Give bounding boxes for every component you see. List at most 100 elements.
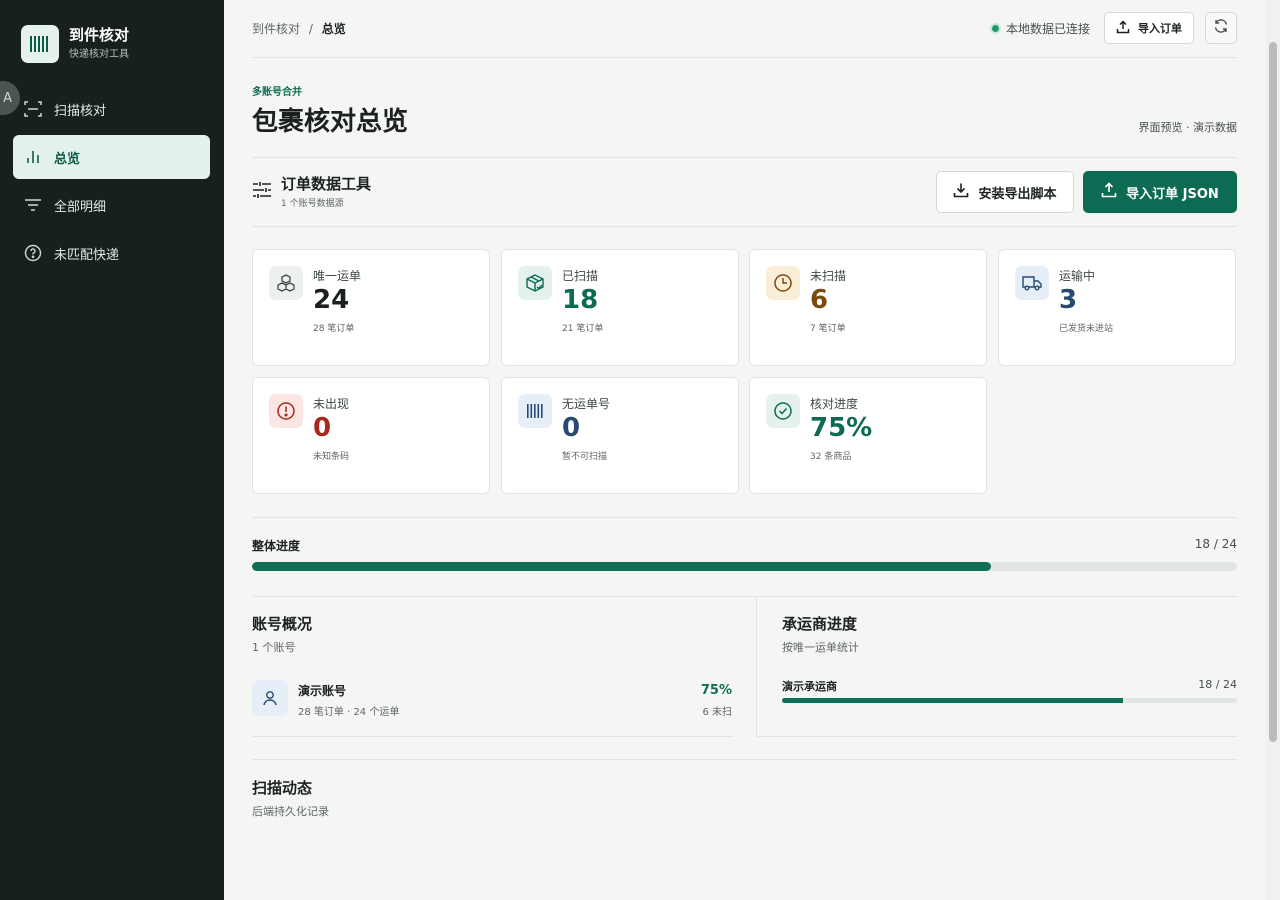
sidebar-item-label: 未匹配快递 <box>54 247 120 263</box>
import-orders-label: 导入订单 <box>1138 22 1182 35</box>
stat-card-check-progress[interactable]: 核对进度 75% 32 条商品 <box>749 377 987 494</box>
import-json-label: 导入订单 JSON <box>1126 186 1219 202</box>
stat-card-value: 75% <box>810 413 873 443</box>
stat-card-subtitle: 暂不可扫描 <box>562 452 608 462</box>
bar-chart-icon <box>24 148 42 166</box>
stat-card-value: 0 <box>562 413 581 443</box>
divider <box>252 226 1237 227</box>
divider <box>252 157 1237 158</box>
sidebar: 到件核对 快递核对工具 A 扫描核对 总览 全部明细 未匹配快递 <box>0 0 224 900</box>
language-toggle-label: A <box>3 90 12 106</box>
divider <box>252 759 1237 760</box>
order-tools-title: 订单数据工具 <box>281 175 372 193</box>
sidebar-nav: 扫描核对 总览 全部明细 未匹配快递 <box>13 87 210 279</box>
divider <box>252 736 733 737</box>
breadcrumb-current: 总览 <box>321 22 346 36</box>
barcode-icon <box>518 394 552 428</box>
stat-card-unique-waybills[interactable]: 唯一运单 24 28 笔订单 <box>252 249 490 366</box>
sidebar-item-overview[interactable]: 总览 <box>13 135 210 179</box>
order-tools-header: 订单数据工具 1 个账号数据源 <box>252 175 371 209</box>
scrollbar[interactable] <box>1266 0 1280 900</box>
connection-status-text: 本地数据已连接 <box>1005 22 1090 36</box>
account-unscanned: 6 未扫 <box>702 707 732 718</box>
brand-title: 到件核对 <box>69 26 130 44</box>
upload-icon <box>1116 19 1130 37</box>
sidebar-item-scan[interactable]: 扫描核对 <box>13 87 210 131</box>
stat-card-subtitle: 已发货未进站 <box>1059 324 1114 334</box>
brand: 到件核对 快递核对工具 <box>21 25 129 63</box>
stat-card-label: 唯一运单 <box>313 269 362 283</box>
user-icon <box>252 680 288 716</box>
sliders-icon <box>252 180 272 204</box>
sidebar-item-label: 扫描核对 <box>54 103 107 119</box>
account-percent: 75% <box>700 683 732 698</box>
activity-title: 扫描动态 <box>252 779 313 797</box>
barcode-logo-icon <box>21 25 59 63</box>
upload-icon <box>1101 182 1117 202</box>
stat-card-in-transit[interactable]: 运输中 3 已发货未进站 <box>998 249 1236 366</box>
stat-card-unscanned[interactable]: 未扫描 6 7 笔订单 <box>749 249 987 366</box>
stat-card-label: 未扫描 <box>810 269 847 283</box>
status-dot-icon <box>991 25 999 32</box>
install-export-script-label: 安装导出脚本 <box>978 186 1057 202</box>
stat-card-subtitle: 28 笔订单 <box>313 324 355 334</box>
box-check-icon <box>518 266 552 300</box>
carrier-progress-fill <box>782 698 1124 703</box>
stat-card-value: 6 <box>810 285 829 315</box>
download-icon <box>953 182 969 202</box>
packages-icon <box>269 266 303 300</box>
topbar: 到件核对 / 总览 本地数据已连接 导入订单 <box>252 0 1237 58</box>
scan-icon <box>24 100 42 118</box>
import-orders-button[interactable]: 导入订单 <box>1104 12 1194 44</box>
stat-card-label: 运输中 <box>1059 269 1096 283</box>
check-circle-icon <box>766 394 800 428</box>
account-name[interactable]: 演示账号 <box>298 682 346 699</box>
truck-icon <box>1015 266 1049 300</box>
stat-card-not-appeared[interactable]: 未出现 0 未知条码 <box>252 377 490 494</box>
stat-card-label: 无运单号 <box>562 397 611 411</box>
main-content: 到件核对 / 总览 本地数据已连接 导入订单 多账号合并 包裹核对总览 界面预览… <box>224 0 1266 900</box>
divider <box>252 517 1237 518</box>
stat-card-label: 核对进度 <box>810 397 859 411</box>
overall-progress-count: 18 / 24 <box>1194 537 1237 551</box>
breadcrumb: 到件核对 / 总览 <box>252 20 346 37</box>
clock-icon <box>766 266 800 300</box>
page-title: 包裹核对总览 <box>252 107 409 137</box>
divider <box>252 596 1237 597</box>
stat-card-subtitle: 21 笔订单 <box>562 324 604 334</box>
stat-card-subtitle: 7 笔订单 <box>810 324 846 334</box>
connection-status: 本地数据已连接 <box>991 20 1090 37</box>
refresh-icon <box>1213 18 1229 38</box>
stat-card-no-waybill[interactable]: 无运单号 0 暂不可扫描 <box>501 377 739 494</box>
brand-subtitle: 快递核对工具 <box>69 49 129 60</box>
breadcrumb-parent[interactable]: 到件核对 <box>252 22 300 36</box>
carrier-count: 18 / 24 <box>1198 678 1237 691</box>
import-json-button[interactable]: 导入订单 JSON <box>1083 171 1237 213</box>
stat-card-subtitle: 未知条码 <box>313 452 350 462</box>
carrier-name: 演示承运商 <box>782 680 837 693</box>
stat-card-value: 24 <box>313 285 350 315</box>
carriers-title: 承运商进度 <box>782 615 858 633</box>
breadcrumb-separator: / <box>308 22 313 36</box>
alert-circle-icon <box>269 394 303 428</box>
page-eyebrow: 多账号合并 <box>252 87 302 98</box>
order-tools-subtitle: 1 个账号数据源 <box>281 199 344 209</box>
install-export-script-button[interactable]: 安装导出脚本 <box>936 171 1074 213</box>
account-meta: 28 笔订单 · 24 个运单 <box>298 707 400 718</box>
stat-card-scanned[interactable]: 已扫描 18 21 笔订单 <box>501 249 739 366</box>
stat-card-label: 已扫描 <box>562 269 599 283</box>
carriers-subtitle: 按唯一运单统计 <box>782 641 859 654</box>
accounts-subtitle: 1 个账号 <box>252 641 296 654</box>
overall-progress-bar <box>252 562 1237 571</box>
sidebar-item-label: 总览 <box>54 151 81 167</box>
carrier-progress-bar <box>782 698 1237 703</box>
sidebar-item-all-details[interactable]: 全部明细 <box>13 183 210 227</box>
stat-card-value: 0 <box>313 413 332 443</box>
stat-card-label: 未出现 <box>313 397 350 411</box>
sidebar-item-unmatched[interactable]: 未匹配快递 <box>13 231 210 275</box>
vertical-divider <box>756 597 757 736</box>
refresh-button[interactable] <box>1205 12 1237 44</box>
stat-card-value: 18 <box>562 285 599 315</box>
stat-card-value: 3 <box>1059 285 1078 315</box>
scrollbar-thumb[interactable] <box>1269 42 1277 742</box>
